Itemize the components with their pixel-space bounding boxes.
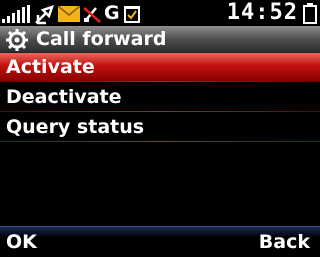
title-bar: Call forward bbox=[0, 26, 320, 53]
signal-icon bbox=[2, 5, 30, 23]
gear-icon bbox=[6, 29, 28, 51]
mute-icon bbox=[83, 7, 101, 23]
data-transfer-icon bbox=[35, 5, 54, 25]
back-softkey[interactable]: Back bbox=[259, 227, 310, 257]
g-network-icon: G bbox=[104, 2, 120, 24]
clock-time: 14:52 bbox=[226, 0, 298, 25]
menu-item-activate[interactable]: Activate bbox=[0, 53, 320, 81]
envelope-icon bbox=[58, 6, 80, 22]
menu-item-label: Deactivate bbox=[6, 86, 122, 108]
menu-item-query-status[interactable]: Query status bbox=[0, 113, 320, 141]
menu-item-label: Activate bbox=[6, 56, 95, 78]
page-title: Call forward bbox=[36, 28, 167, 50]
menu-item-label: Query status bbox=[6, 116, 145, 138]
menu-separator bbox=[0, 141, 320, 142]
softkey-bar: OK Back bbox=[0, 226, 320, 257]
ok-softkey[interactable]: OK bbox=[6, 227, 37, 257]
menu-item-deactivate[interactable]: Deactivate bbox=[0, 83, 320, 111]
menu-separator bbox=[0, 81, 320, 82]
menu-list: Activate Deactivate Query status bbox=[0, 53, 320, 225]
menu-separator bbox=[0, 111, 320, 112]
status-bar: G 14:52 bbox=[0, 0, 320, 26]
calendar-note-icon bbox=[124, 6, 140, 23]
battery-icon bbox=[303, 3, 317, 24]
